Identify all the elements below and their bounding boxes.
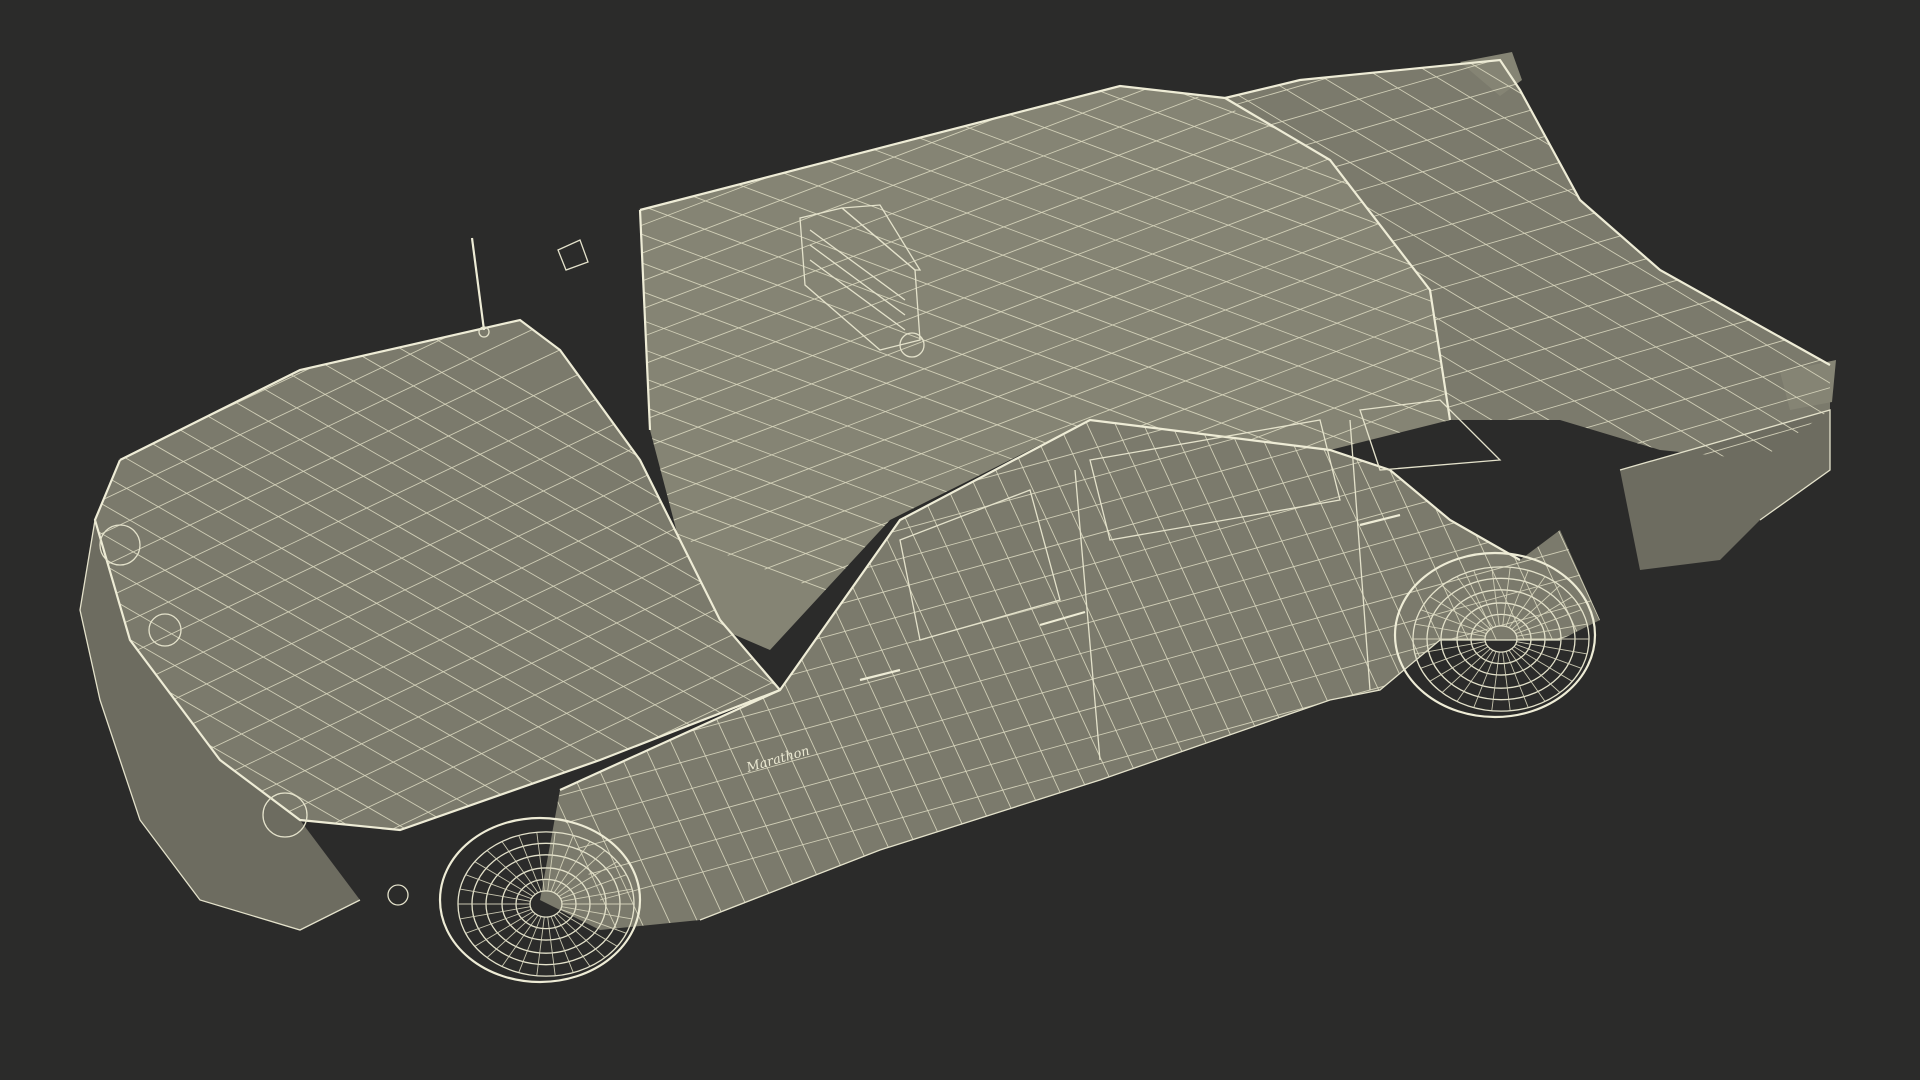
side-mirror: [557, 239, 589, 271]
car-body: [80, 52, 1836, 930]
wireframe-car-render: Marathon: [79, 52, 1836, 984]
radio-antenna: [470, 237, 490, 338]
render-viewport: Marathon: [0, 0, 1920, 1080]
